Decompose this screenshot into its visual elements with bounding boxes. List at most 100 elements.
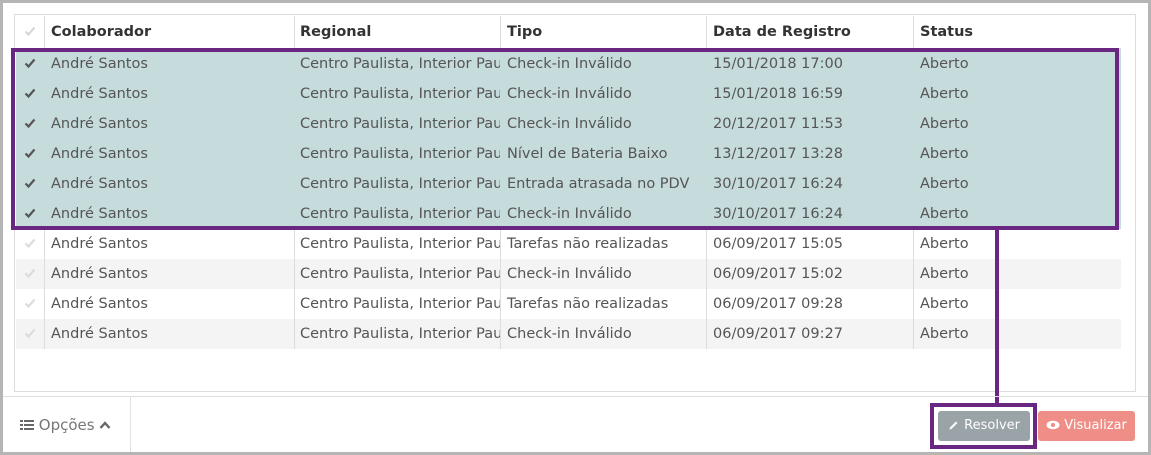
row-checkbox[interactable] [16, 319, 45, 349]
cell-regional: Centro Paulista, Interior Paulista [295, 289, 501, 319]
row-checkbox[interactable] [16, 169, 45, 199]
select-all-checkbox[interactable] [16, 16, 45, 48]
row-checkbox[interactable] [16, 229, 45, 259]
row-checkbox[interactable] [16, 289, 45, 319]
cell-tipo: Check-in Inválido [501, 319, 707, 349]
cell-status: Aberto [920, 176, 969, 192]
check-icon [24, 148, 36, 158]
check-icon [24, 88, 36, 98]
check-icon [24, 208, 36, 218]
cell-regional: Centro Paulista, Interior Paulista [295, 199, 501, 229]
cell-data-registro: 06/09/2017 09:27 [707, 319, 914, 349]
row-checkbox[interactable] [16, 109, 45, 139]
cell-data-registro: 15/01/2018 16:59 [707, 79, 914, 109]
resolver-button[interactable]: Resolver [938, 411, 1030, 441]
cell-regional: Centro Paulista, Interior Paulista [295, 139, 501, 169]
cell-tipo: Check-in Inválido [501, 199, 707, 229]
row-checkbox[interactable] [16, 79, 45, 109]
cell-tipo: Tarefas não realizadas [501, 229, 707, 259]
cell-data-registro: 06/09/2017 09:28 [707, 289, 914, 319]
cell-regional: Centro Paulista, Interior Paulista [295, 259, 501, 289]
highlight-connector [995, 230, 999, 407]
cell-tipo: Check-in Inválido [501, 259, 707, 289]
table-row[interactable]: André Santos Centro Paulista, Interior Pa… [16, 109, 1121, 139]
column-header-data-registro[interactable]: Data de Registro [707, 16, 914, 48]
eye-icon [1046, 420, 1060, 429]
table-header: Colaborador Regional Tipo Data de Regist… [16, 16, 1121, 49]
footer-divider [3, 396, 1148, 397]
cell-status: Aberto [920, 326, 969, 342]
check-icon [24, 26, 36, 36]
cell-colaborador: André Santos [45, 169, 295, 199]
options-label: Opções [38, 416, 95, 434]
row-checkbox[interactable] [16, 199, 45, 229]
check-icon [24, 328, 36, 338]
cell-status: Aberto [920, 116, 969, 132]
table-row[interactable]: André Santos Centro Paulista, Interior Pa… [16, 139, 1121, 169]
cell-regional: Centro Paulista, Interior Paulista [295, 49, 501, 79]
row-checkbox[interactable] [16, 259, 45, 289]
check-icon [24, 58, 36, 68]
check-icon [24, 118, 36, 128]
cell-data-registro: 15/01/2018 17:00 [707, 49, 914, 79]
cell-tipo: Tarefas não realizadas [501, 289, 707, 319]
cell-colaborador: André Santos [45, 199, 295, 229]
cell-colaborador: André Santos [45, 49, 295, 79]
cell-colaborador: André Santos [45, 319, 295, 349]
table-row[interactable]: André Santos Centro Paulista, Interior Pa… [16, 319, 1121, 349]
check-icon [24, 268, 36, 278]
table-row[interactable]: André Santos Centro Paulista, Interior Pa… [16, 169, 1121, 199]
cell-status: Aberto [920, 206, 969, 222]
cell-regional: Centro Paulista, Interior Paulista [295, 109, 501, 139]
table-row[interactable]: André Santos Centro Paulista, Interior Pa… [16, 289, 1121, 319]
visualizar-label: Visualizar [1064, 418, 1127, 433]
cell-colaborador: André Santos [45, 139, 295, 169]
options-toggle[interactable]: Opções [3, 397, 131, 452]
cell-tipo: Check-in Inválido [501, 49, 707, 79]
column-header-tipo[interactable]: Tipo [501, 16, 707, 48]
row-checkbox[interactable] [16, 139, 45, 169]
column-header-regional[interactable]: Regional [295, 16, 501, 48]
cell-data-registro: 06/09/2017 15:05 [707, 229, 914, 259]
table-row[interactable]: André Santos Centro Paulista, Interior Pa… [16, 199, 1121, 229]
table-row[interactable]: André Santos Centro Paulista, Interior Pa… [16, 79, 1121, 109]
cell-tipo: Nível de Bateria Baixo [501, 139, 707, 169]
check-icon [24, 178, 36, 188]
alerts-grid: Colaborador Regional Tipo Data de Regist… [14, 14, 1136, 392]
chevron-up-icon [99, 420, 111, 429]
cell-colaborador: André Santos [45, 79, 295, 109]
cell-colaborador: André Santos [45, 229, 295, 259]
cell-regional: Centro Paulista, Interior Paulista [295, 169, 501, 199]
table-row[interactable]: André Santos Centro Paulista, Interior Pa… [16, 49, 1121, 79]
pencil-icon [949, 421, 958, 429]
cell-data-registro: 20/12/2017 11:53 [707, 109, 914, 139]
cell-colaborador: André Santos [45, 289, 295, 319]
visualizar-button[interactable]: Visualizar [1038, 411, 1135, 441]
cell-data-registro: 06/09/2017 15:02 [707, 259, 914, 289]
cell-tipo: Entrada atrasada no PDV [501, 169, 707, 199]
cell-status: Aberto [920, 236, 969, 252]
cell-colaborador: André Santos [45, 109, 295, 139]
resolver-label: Resolver [964, 418, 1020, 433]
cell-tipo: Check-in Inválido [501, 109, 707, 139]
list-icon [20, 419, 34, 430]
cell-status: Aberto [920, 86, 969, 102]
cell-status: Aberto [920, 56, 969, 72]
check-icon [24, 298, 36, 308]
cell-status: Aberto [920, 146, 969, 162]
cell-regional: Centro Paulista, Interior Paulista [295, 229, 501, 259]
cell-status: Aberto [920, 266, 969, 282]
check-icon [24, 238, 36, 248]
cell-data-registro: 30/10/2017 16:24 [707, 169, 914, 199]
column-header-status[interactable]: Status [914, 16, 1121, 48]
row-checkbox[interactable] [16, 49, 45, 79]
cell-colaborador: André Santos [45, 259, 295, 289]
cell-status: Aberto [920, 296, 969, 312]
column-header-colaborador[interactable]: Colaborador [45, 16, 295, 48]
cell-regional: Centro Paulista, Interior Paulista [295, 79, 501, 109]
table-row[interactable]: André Santos Centro Paulista, Interior Pa… [16, 259, 1121, 289]
cell-data-registro: 13/12/2017 13:28 [707, 139, 914, 169]
table-row[interactable]: André Santos Centro Paulista, Interior Pa… [16, 229, 1121, 259]
cell-tipo: Check-in Inválido [501, 79, 707, 109]
cell-regional: Centro Paulista, Interior Paulista [295, 319, 501, 349]
